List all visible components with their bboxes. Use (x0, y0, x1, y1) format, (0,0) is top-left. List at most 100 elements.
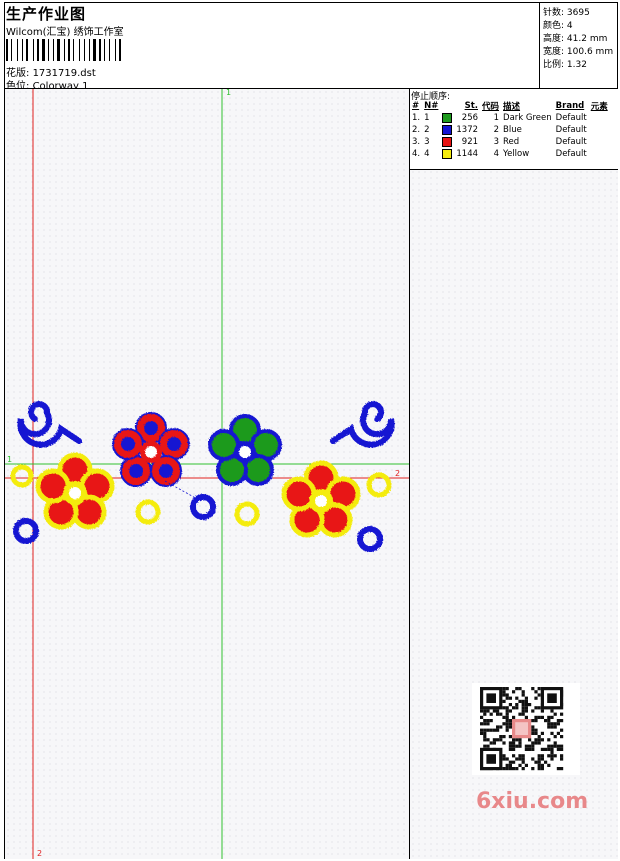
barcode-bar (115, 39, 116, 61)
qr-module (550, 715, 554, 719)
cell-stitches: 1144 (456, 149, 479, 159)
qr-module (547, 747, 551, 751)
qr-module (486, 744, 490, 748)
qr-module (556, 722, 560, 726)
qr-module (540, 709, 544, 713)
flower-blue-green (208, 414, 282, 486)
qr-module (560, 728, 564, 732)
barcode-bar (86, 39, 88, 61)
qr-module (550, 757, 554, 761)
cell-n: 1 (424, 113, 430, 123)
qr-module (521, 760, 525, 764)
qr-module (496, 709, 500, 713)
col-color (440, 100, 454, 112)
cell-index: 4. (412, 149, 421, 159)
cell-element (589, 112, 610, 124)
qr-module (550, 744, 554, 748)
design-canvas[interactable]: 1 2 1 2 (5, 89, 410, 859)
cell-brand: Default (555, 149, 587, 159)
ring-yellow-2 (135, 499, 161, 525)
qr-module (550, 725, 554, 729)
qr-module (486, 693, 496, 703)
qr-module (508, 722, 512, 726)
qr-module (528, 703, 532, 707)
qr-module (537, 741, 541, 745)
table-header: # N# St. 代码 描述 Brand 元素 (410, 100, 610, 112)
barcode-bar (91, 39, 92, 61)
cell-brand: Default (555, 125, 587, 135)
cell-code: 2 (493, 125, 500, 135)
barcode-bar (37, 39, 39, 61)
qr-module (547, 725, 551, 729)
qr-module (508, 767, 512, 771)
qr-module (508, 719, 512, 723)
stat-scale: 比例: 1.32 (543, 60, 587, 70)
qr-module (512, 741, 516, 745)
guide-label-h1: 1 (7, 455, 12, 464)
color-swatch (442, 148, 453, 159)
qr-module (480, 715, 484, 719)
qr-module (502, 757, 506, 761)
cell-color (440, 136, 454, 148)
qr-module (537, 760, 541, 764)
qr-module (502, 690, 506, 694)
table-row: 4. 4 1144 4 Yellow Default (410, 148, 610, 160)
barcode-bar (17, 39, 18, 61)
qr-module (556, 747, 560, 751)
qr-module (560, 744, 564, 748)
qr-module (534, 731, 538, 735)
qr-module (502, 767, 506, 771)
qr-module (502, 735, 506, 739)
qr-module (521, 754, 525, 758)
qr-module (496, 712, 500, 716)
qr-module (560, 719, 564, 723)
cell-n: 4 (424, 149, 430, 159)
barcode-bar (66, 39, 67, 61)
barcode-bar (64, 39, 65, 61)
qr-module (505, 725, 509, 729)
qr-module (524, 696, 528, 700)
qr-module (508, 763, 512, 767)
qr-module (518, 741, 522, 745)
barcode-bar (50, 39, 52, 61)
qr-module (508, 709, 512, 713)
qr-module (508, 747, 512, 751)
qr-module (480, 731, 484, 735)
stat-stitches: 针数: 3695 (543, 8, 590, 18)
qr-module (547, 693, 557, 703)
qr-module (505, 696, 509, 700)
cell-brand: Default (555, 113, 587, 123)
qr-module (560, 735, 564, 739)
ring-yellow-1 (10, 464, 34, 488)
qr-module (534, 728, 538, 732)
qr-module (505, 719, 509, 723)
qr-module (531, 741, 535, 745)
qr-module (518, 763, 522, 767)
qr-module (508, 735, 512, 739)
barcode-bar (111, 39, 114, 61)
qr-module (531, 747, 535, 751)
qr-module (524, 715, 528, 719)
qr-module (537, 757, 541, 761)
qr-module (537, 687, 541, 691)
qr-module (521, 767, 525, 771)
ring-blue-1 (13, 518, 39, 544)
col-index: # (412, 101, 420, 111)
barcode-bar (33, 39, 34, 61)
qr-module (534, 741, 538, 745)
qr-module (521, 703, 525, 707)
guide-label-v2: 2 (37, 849, 42, 858)
qr-module (486, 738, 490, 742)
qr-module (508, 744, 512, 748)
qr-module (534, 696, 538, 700)
barcode-bar (57, 39, 60, 61)
qr-module (524, 699, 528, 703)
qr-module (550, 747, 554, 751)
cell-color (440, 148, 454, 160)
qr-module (521, 706, 525, 710)
qr-module (508, 760, 512, 764)
barcode-bar (89, 39, 90, 61)
qr-module (499, 725, 503, 729)
qr-module (534, 715, 538, 719)
cell-element (589, 124, 610, 136)
